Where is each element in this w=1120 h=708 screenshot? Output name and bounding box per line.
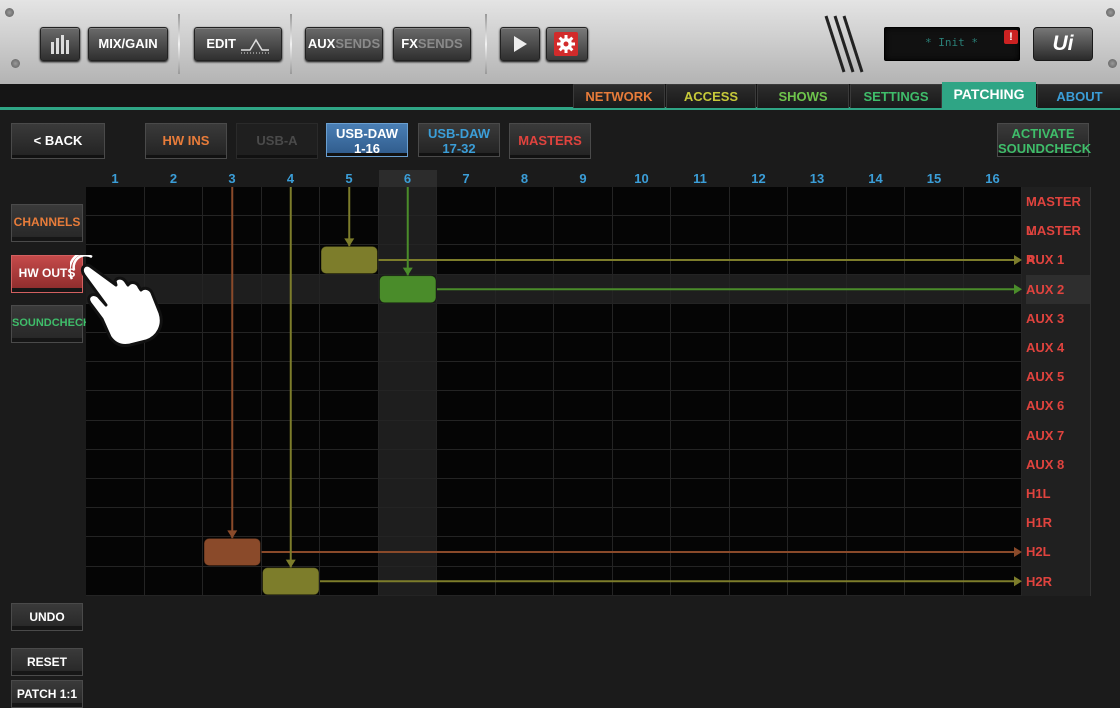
undo-button[interactable]: UNDO [11,603,83,631]
play-button[interactable] [500,27,540,61]
patch-block [320,245,378,275]
back-button[interactable]: < BACK [11,123,105,159]
activate-soundcheck-button[interactable]: ACTIVATE SOUNDCHECK [997,123,1092,157]
tab-patching[interactable]: PATCHING [942,82,1036,108]
masters-button[interactable]: MASTERS [509,123,591,159]
tab-network[interactable]: NETWORK [573,84,665,108]
usb-daw-1-16-button[interactable]: USB-DAW 1-16 [326,123,408,157]
screw-icon [1108,59,1117,68]
column-label: 5 [345,171,353,186]
patch-arrow-down [402,267,413,276]
ui-logo[interactable]: Ui [1033,27,1093,61]
patch-arrow-right [1014,255,1022,265]
top-toolbar: MIX/GAIN EDIT AUXSENDS FXSENDS * Init * … [0,0,1120,86]
column-label: 10 [634,171,649,186]
hw-ins-button[interactable]: HW INS [145,123,227,159]
divider [290,14,292,74]
column-label: 3 [228,171,236,186]
meters-icon [51,35,69,54]
tab-shows[interactable]: SHOWS [757,84,849,108]
patch-arrow-down [285,559,296,568]
vent-slashes-icon [824,15,864,73]
usb-daw-17-32-button[interactable]: USB-DAW 17-32 [418,123,500,157]
aux-sends-button[interactable]: AUXSENDS [305,27,383,61]
column-label: 15 [926,171,942,186]
button-sublabel: 17-32 [442,141,476,156]
column-label: 12 [751,171,766,186]
mix-gain-button[interactable]: MIX/GAIN [88,27,168,61]
column-label: 16 [985,171,1000,186]
patch-arrow-right [1014,284,1022,295]
column-label: 4 [286,171,295,186]
gear-icon [554,32,578,56]
edit-label: EDIT [206,36,236,51]
column-label: 8 [520,171,529,186]
fx-label: FX [401,36,418,51]
patch-arrow-down [344,238,355,247]
reset-button[interactable]: RESET [11,648,83,676]
screw-icon [1106,8,1115,17]
fx-sends-button[interactable]: FXSENDS [393,27,471,61]
tab-access[interactable]: ACCESS [666,84,756,108]
status-display: * Init * [884,27,1020,61]
tab-settings[interactable]: SETTINGS [850,84,942,108]
meters-button[interactable] [40,27,80,61]
patch-arrow-right [1014,547,1022,557]
patch-1-1-button[interactable]: PATCH 1:1 [11,680,83,708]
button-label: ACTIVATE [1011,126,1075,141]
edit-button[interactable]: EDIT [194,27,282,61]
aux-label: AUX [307,36,336,51]
patch-block [379,275,437,304]
eq-curve-icon [240,38,269,54]
patch-overlay [203,187,1022,596]
patch-block [262,567,320,596]
column-label: 11 [693,171,707,186]
tab-about[interactable]: ABOUT [1037,84,1120,108]
divider [485,14,487,74]
button-label: USB-DAW [427,126,491,141]
patch-arrow-down [227,530,238,539]
status-text: * Init * [925,36,978,49]
button-sublabel: SOUNDCHECK [998,141,1092,156]
divider [178,14,180,74]
column-label: 6 [403,171,412,186]
patch-arrow-right [1014,576,1022,587]
sends-label: SENDS [335,36,381,51]
screw-icon [11,59,20,68]
screw-icon [5,8,14,17]
sends-label: SENDS [417,36,463,51]
column-label: 1 [111,171,119,186]
usb-a-button[interactable]: USB-A [236,123,318,159]
settings-button[interactable] [546,27,588,61]
column-label: 7 [462,171,470,186]
button-sublabel: 1-16 [353,141,381,156]
alert-icon[interactable]: ! [1004,30,1018,44]
column-label: 2 [169,171,178,186]
column-label: 9 [579,171,587,186]
play-icon [514,36,527,52]
patch-block [203,537,261,567]
button-label: USB-DAW [335,126,399,141]
column-label: 14 [868,171,883,186]
channels-button[interactable]: CHANNELS [11,204,83,242]
hand-pointer-icon [70,255,163,347]
column-label: 13 [809,171,825,186]
